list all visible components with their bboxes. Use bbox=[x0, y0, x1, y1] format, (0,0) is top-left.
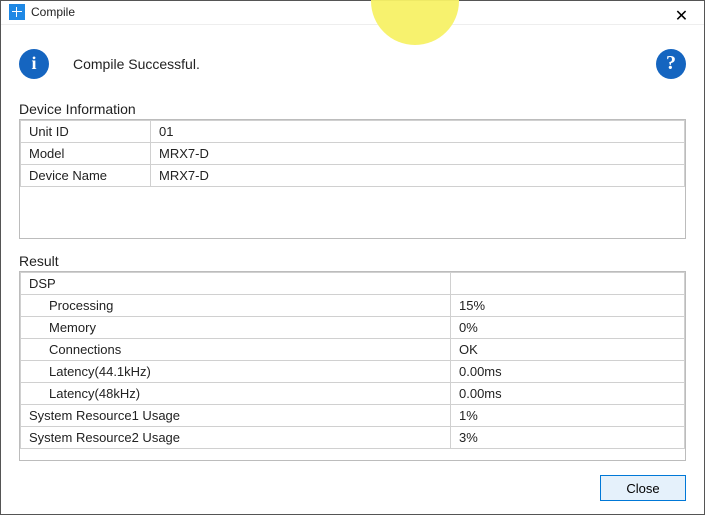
info-icon: i bbox=[19, 49, 49, 79]
result-value: 15% bbox=[451, 294, 685, 316]
result-value: 3% bbox=[451, 426, 685, 448]
table-row: Processing 15% bbox=[21, 294, 685, 316]
status-row: i Compile Successful. ? bbox=[19, 41, 686, 87]
device-info-title: Device Information bbox=[19, 101, 686, 117]
table-row: Model MRX7-D bbox=[21, 142, 685, 164]
result-label: Connections bbox=[21, 338, 451, 360]
table-row: Latency(48kHz) 0.00ms bbox=[21, 382, 685, 404]
result-value: 0% bbox=[451, 316, 685, 338]
result-value: 0.00ms bbox=[451, 382, 685, 404]
result-box: DSP Processing 15% Memory 0% Connections… bbox=[19, 271, 686, 461]
table-row: Latency(44.1kHz) 0.00ms bbox=[21, 360, 685, 382]
device-value: MRX7-D bbox=[151, 164, 685, 186]
device-value: 01 bbox=[151, 120, 685, 142]
result-label: Latency(48kHz) bbox=[21, 382, 451, 404]
close-button[interactable]: Close bbox=[600, 475, 686, 501]
table-row: Device Name MRX7-D bbox=[21, 164, 685, 186]
window-title: Compile bbox=[31, 5, 75, 19]
titlebar: Compile ✕ bbox=[1, 1, 704, 25]
table-row: Connections OK bbox=[21, 338, 685, 360]
device-label: Device Name bbox=[21, 164, 151, 186]
status-message: Compile Successful. bbox=[73, 56, 200, 72]
result-value: 1% bbox=[451, 404, 685, 426]
dialog-window: Compile ✕ i Compile Successful. ? Device… bbox=[0, 0, 705, 515]
device-label: Unit ID bbox=[21, 120, 151, 142]
footer: Close bbox=[1, 473, 704, 514]
table-row: Unit ID 01 bbox=[21, 120, 685, 142]
result-value: 0.00ms bbox=[451, 360, 685, 382]
device-label: Model bbox=[21, 142, 151, 164]
result-label: System Resource2 Usage bbox=[21, 426, 451, 448]
result-table: DSP Processing 15% Memory 0% Connections… bbox=[20, 272, 685, 449]
table-row: DSP bbox=[21, 272, 685, 294]
dsp-group-label: DSP bbox=[21, 272, 451, 294]
close-icon: ✕ bbox=[675, 6, 688, 26]
result-label: System Resource1 Usage bbox=[21, 404, 451, 426]
device-info-table: Unit ID 01 Model MRX7-D Device Name MRX7… bbox=[20, 120, 685, 187]
table-row: Memory 0% bbox=[21, 316, 685, 338]
result-title: Result bbox=[19, 253, 686, 269]
device-value: MRX7-D bbox=[151, 142, 685, 164]
result-label: Memory bbox=[21, 316, 451, 338]
table-row: System Resource1 Usage 1% bbox=[21, 404, 685, 426]
app-icon bbox=[9, 4, 25, 20]
dsp-group-value bbox=[451, 272, 685, 294]
table-row: System Resource2 Usage 3% bbox=[21, 426, 685, 448]
help-button[interactable]: ? bbox=[656, 49, 686, 79]
result-value: OK bbox=[451, 338, 685, 360]
result-label: Latency(44.1kHz) bbox=[21, 360, 451, 382]
help-icon: ? bbox=[666, 52, 676, 75]
result-label: Processing bbox=[21, 294, 451, 316]
device-info-box: Unit ID 01 Model MRX7-D Device Name MRX7… bbox=[19, 119, 686, 239]
content-area: i Compile Successful. ? Device Informati… bbox=[1, 25, 704, 473]
